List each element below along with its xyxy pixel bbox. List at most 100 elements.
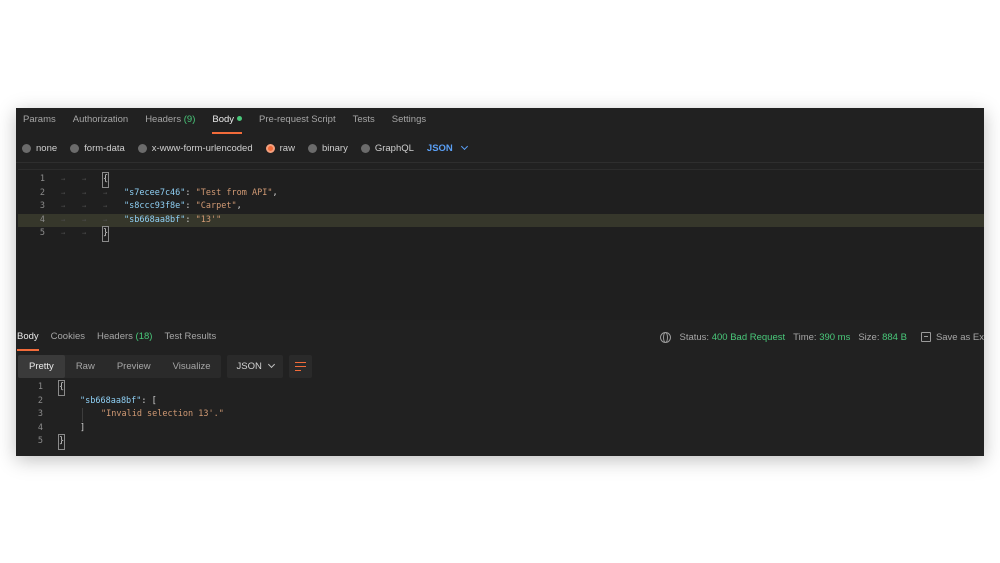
code-line: 2 → → → "s7ecee7c46": "Test from API",: [18, 187, 984, 201]
line-number: 2: [39, 187, 45, 198]
tab-cookies[interactable]: Cookies: [51, 329, 85, 351]
whitespace-guide-icon: →: [82, 188, 87, 197]
tab-settings[interactable]: Settings: [392, 108, 426, 134]
array-open: [: [151, 395, 157, 406]
tab-label: Headers: [96, 331, 133, 342]
radio-urlencoded[interactable]: x-www-form-urlencoded: [137, 142, 253, 154]
code-line: 5 → → }: [18, 226, 984, 242]
status-info[interactable]: Status: 400 Bad Request: [680, 332, 786, 343]
time-info[interactable]: Time: 390 ms: [793, 332, 850, 343]
tab-label: Tests: [352, 114, 375, 125]
whitespace-guide-icon: →: [61, 175, 66, 183]
json-pair: "sb668aa8bf": [: [80, 395, 157, 409]
line-number: 1: [37, 382, 43, 392]
tab-label: Cookies: [50, 331, 85, 342]
request-body-editor[interactable]: 1 → → { 2 → → → "s7ecee7c46": "Test from…: [18, 169, 984, 320]
size-label: Size:: [858, 331, 880, 343]
view-visualize-button[interactable]: Visualize: [162, 355, 222, 378]
radio-label: binary: [321, 142, 348, 154]
whitespace-guide-icon: →: [61, 215, 66, 224]
tab-authorization[interactable]: Authorization: [73, 108, 128, 134]
tab-params[interactable]: Params: [23, 108, 56, 134]
tab-label: Headers: [145, 114, 182, 125]
tab-body[interactable]: Body: [212, 108, 243, 134]
response-body-viewer[interactable]: 1 { 2 "sb668aa8bf": [ 3 "Invalid selecti…: [18, 380, 984, 456]
time-label: Time:: [793, 331, 817, 343]
tab-pre-request-script[interactable]: Pre-request Script: [259, 108, 336, 134]
json-pair: "s7ecee7c46": "Test from API",: [124, 187, 278, 201]
radio-icon: [70, 143, 80, 153]
code-line: 3 "Invalid selection 13'.": [18, 408, 984, 422]
line-number: 4: [39, 214, 45, 225]
open-brace: {: [101, 172, 110, 188]
code-line: 4 ]: [18, 422, 984, 436]
request-tabs: Params Authorization Headers (9) Body Pr…: [16, 108, 984, 134]
whitespace-guide-icon: →: [61, 229, 66, 237]
line-number: 3: [39, 201, 45, 211]
tab-label: Body: [17, 331, 39, 342]
json-end: ,: [236, 201, 242, 211]
whitespace-guide-icon: →: [82, 215, 87, 224]
radio-label: GraphQL: [374, 142, 414, 154]
radio-none[interactable]: none: [22, 143, 57, 154]
code-line: 2 "sb668aa8bf": [: [18, 395, 984, 409]
divider: [16, 162, 984, 163]
json-pair: "sb668aa8bf": "13'": [124, 214, 221, 228]
radio-icon: [307, 143, 317, 153]
json-value: "13'": [195, 214, 222, 225]
tab-tests[interactable]: Tests: [353, 108, 375, 134]
radio-label: form-data: [84, 142, 125, 154]
globe-icon[interactable]: [659, 331, 671, 343]
view-pretty-button[interactable]: Pretty: [18, 355, 65, 378]
line-number: 4: [37, 422, 43, 433]
json-sep: :: [185, 201, 196, 211]
wrap-lines-icon[interactable]: [288, 355, 312, 378]
whitespace-guide-icon: →: [82, 202, 87, 210]
radio-graphql[interactable]: GraphQL: [360, 142, 414, 154]
format-label: JSON: [426, 142, 453, 154]
radio-form-data[interactable]: form-data: [70, 143, 125, 154]
json-key: "sb668aa8bf": [124, 214, 186, 225]
tab-test-results[interactable]: Test Results: [164, 329, 216, 351]
code-line: 1 → → {: [18, 172, 984, 188]
whitespace-guide-icon: →: [82, 229, 87, 237]
json-value: "Carpet": [195, 201, 237, 211]
whitespace-guide-icon: →: [61, 202, 66, 210]
save-as-example-button[interactable]: Save as Ex: [936, 332, 984, 343]
tab-label: Authorization: [72, 114, 129, 125]
modified-dot-icon: [237, 115, 243, 121]
response-format-dropdown[interactable]: JSON: [227, 355, 283, 378]
radio-icon: [22, 143, 31, 153]
view-raw-button[interactable]: Raw: [65, 355, 106, 378]
radio-raw[interactable]: raw: [265, 143, 295, 154]
radio-icon: [137, 143, 147, 153]
code-line: 3 → → → "s8ccc93f8e": "Carpet",: [18, 200, 984, 214]
chevron-down-icon: [460, 142, 468, 150]
radio-selected-icon: [265, 143, 275, 153]
radio-binary[interactable]: binary: [307, 142, 348, 154]
line-number: 5: [39, 228, 45, 238]
json-sep: :: [141, 395, 152, 406]
time-value: 390 ms: [819, 331, 851, 343]
status-value: 400 Bad Request: [711, 331, 786, 343]
tab-label: Pre-request Script: [259, 114, 336, 125]
size-info[interactable]: Size: 884 B: [858, 332, 907, 343]
json-end: ,: [272, 187, 278, 198]
whitespace-guide-icon: →: [103, 188, 108, 197]
radio-icon: [360, 143, 370, 153]
tab-headers[interactable]: Headers (9): [145, 108, 195, 134]
indent-guide: [82, 408, 83, 422]
whitespace-guide-icon: →: [103, 202, 108, 210]
radio-label: x-www-form-urlencoded: [151, 142, 253, 154]
tab-label: Settings: [391, 114, 427, 125]
json-value: "Test from API": [195, 187, 273, 198]
tab-response-headers[interactable]: Headers (18): [97, 329, 152, 351]
raw-format-dropdown[interactable]: JSON: [426, 142, 468, 154]
array-close: ]: [80, 422, 86, 433]
whitespace-guide-icon: →: [61, 188, 66, 197]
view-preview-button[interactable]: Preview: [106, 355, 162, 378]
tab-response-body[interactable]: Body: [17, 329, 39, 351]
chevron-down-icon: [267, 360, 275, 369]
tab-label: Body: [212, 114, 235, 125]
json-key: "s7ecee7c46": [124, 187, 186, 198]
